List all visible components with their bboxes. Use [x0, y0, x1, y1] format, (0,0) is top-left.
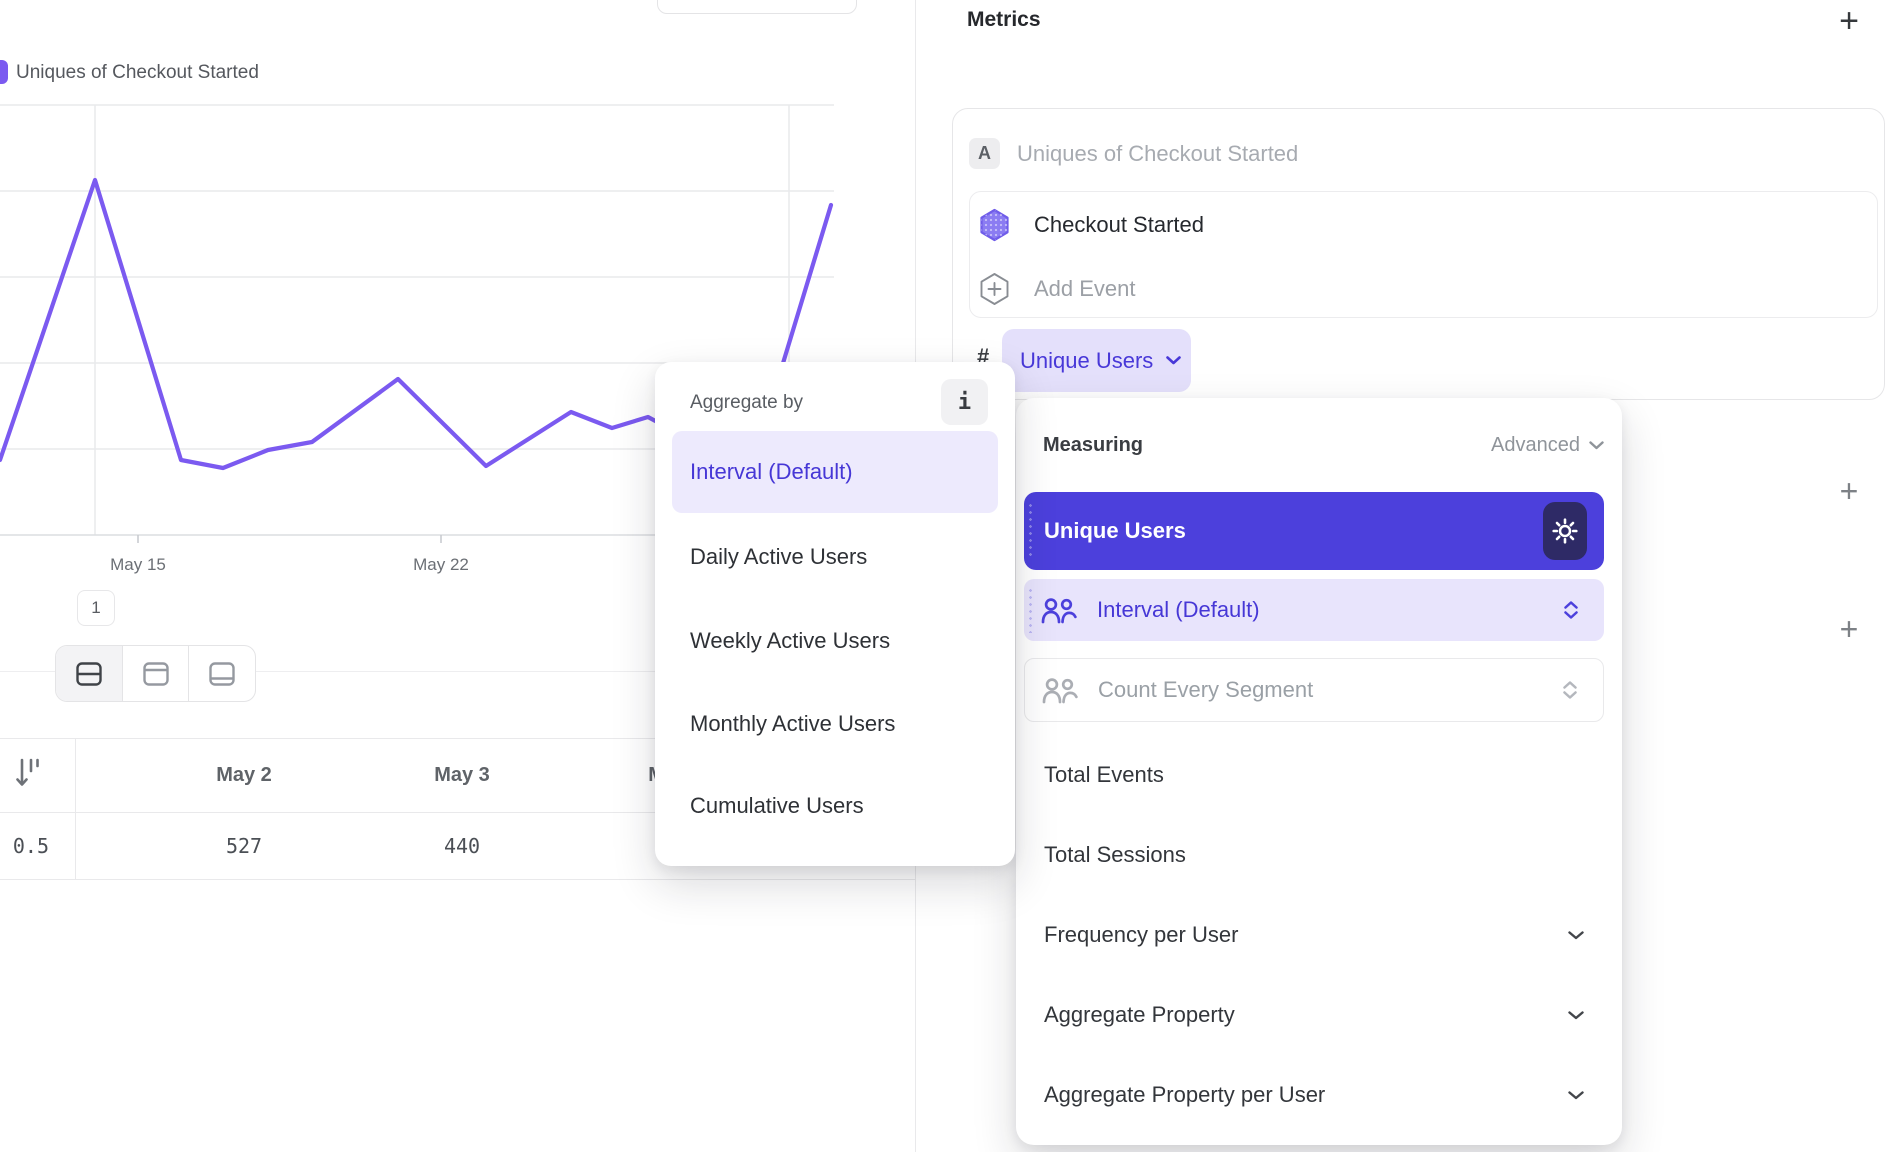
aggregate-by-title: Aggregate by	[690, 392, 803, 414]
split-rows-icon	[75, 661, 103, 687]
add-breakdown-button[interactable]: +	[1830, 609, 1868, 649]
measurement-dropdown-button[interactable]: Unique Users	[1002, 329, 1191, 392]
table-header-may-2[interactable]: May 2	[154, 742, 334, 808]
table-cell-may-2: 527	[154, 816, 334, 876]
add-metric-button[interactable]: +	[1830, 1, 1868, 41]
table-cell-may-3: 440	[372, 816, 552, 876]
page-number-badge[interactable]: 1	[77, 590, 115, 626]
menu-item-daily-active-users[interactable]: Daily Active Users	[690, 535, 867, 579]
event-block: Checkout Started Add Event	[969, 191, 1878, 318]
menu-item-weekly-active-users[interactable]: Weekly Active Users	[690, 619, 890, 663]
add-event-button[interactable]: Add Event	[1034, 272, 1136, 306]
menu-item-cumulative-users[interactable]: Cumulative Users	[690, 784, 864, 828]
x-tick-label: May 15	[110, 555, 166, 574]
segment-row-label: Count Every Segment	[1098, 677, 1313, 703]
metric-title[interactable]: Uniques of Checkout Started	[1017, 138, 1298, 169]
table-column-divider	[75, 738, 76, 879]
layout-top-bar-button[interactable]	[122, 646, 189, 701]
layout-toggle-group	[55, 645, 256, 702]
sort-button[interactable]	[15, 755, 43, 796]
table-header-may-3[interactable]: May 3	[372, 742, 552, 808]
selected-measure-label: Unique Users	[1044, 518, 1186, 544]
menu-item-unique-users-selected[interactable]: Unique Users	[1024, 492, 1604, 570]
info-icon: i	[958, 390, 971, 415]
bottom-bar-icon	[208, 661, 236, 687]
measurement-dropdown-label: Unique Users	[1020, 348, 1153, 374]
event-name[interactable]: Checkout Started	[1034, 208, 1204, 242]
chevron-down-icon	[1554, 913, 1598, 957]
add-event-hexagon-icon	[979, 272, 1010, 306]
layout-split-rows-button[interactable]	[56, 646, 122, 701]
aggregate-by-popup: Aggregate by i Interval (Default) Daily …	[655, 362, 1015, 866]
measure-settings-button[interactable]	[1543, 502, 1587, 560]
menu-item-interval-default[interactable]: Interval (Default)	[672, 431, 998, 513]
info-button[interactable]: i	[941, 379, 988, 425]
chevron-up-down-icon	[1564, 601, 1578, 619]
menu-item-monthly-active-users[interactable]: Monthly Active Users	[690, 702, 895, 746]
menu-item-aggregate-property[interactable]: Aggregate Property	[1044, 993, 1235, 1037]
menu-item-interval-default-row[interactable]: Interval (Default)	[1024, 579, 1604, 641]
menu-item-total-sessions[interactable]: Total Sessions	[1044, 833, 1186, 877]
event-hexagon-icon	[979, 208, 1010, 242]
advanced-mode-toggle[interactable]: Advanced	[1491, 434, 1604, 457]
measuring-popup: Measuring Advanced Unique Users	[1016, 398, 1622, 1145]
series-letter-badge: A	[969, 138, 1000, 169]
add-filter-button[interactable]: +	[1830, 471, 1868, 511]
metrics-panel-title: Metrics	[967, 8, 1041, 32]
chevron-down-icon	[1554, 1073, 1598, 1117]
measuring-title: Measuring	[1043, 434, 1143, 457]
top-bar-icon	[142, 661, 170, 687]
sort-descending-icon	[15, 755, 43, 791]
menu-item-aggregate-property-per-user[interactable]: Aggregate Property per User	[1044, 1073, 1325, 1117]
table-row-label: 0.5	[0, 816, 49, 876]
chevron-down-icon	[1554, 993, 1598, 1037]
chevron-up-down-icon	[1563, 681, 1577, 699]
gear-icon	[1550, 516, 1580, 546]
x-tick-label: May 22	[413, 555, 469, 574]
x-axis-ticks	[138, 535, 441, 543]
menu-item-count-every-segment[interactable]: Count Every Segment	[1024, 658, 1604, 722]
layout-bottom-bar-button[interactable]	[188, 646, 255, 701]
users-icon	[1040, 597, 1077, 624]
chevron-down-icon	[1589, 441, 1604, 450]
table-bottom-border	[0, 879, 915, 880]
advanced-label: Advanced	[1491, 434, 1580, 457]
interval-row-label: Interval (Default)	[1097, 597, 1260, 623]
menu-item-total-events[interactable]: Total Events	[1044, 753, 1164, 797]
menu-item-label: Interval (Default)	[690, 459, 853, 485]
chevron-down-icon	[1166, 356, 1181, 365]
menu-item-frequency-per-user[interactable]: Frequency per User	[1044, 913, 1238, 957]
users-icon-gray	[1041, 677, 1078, 704]
